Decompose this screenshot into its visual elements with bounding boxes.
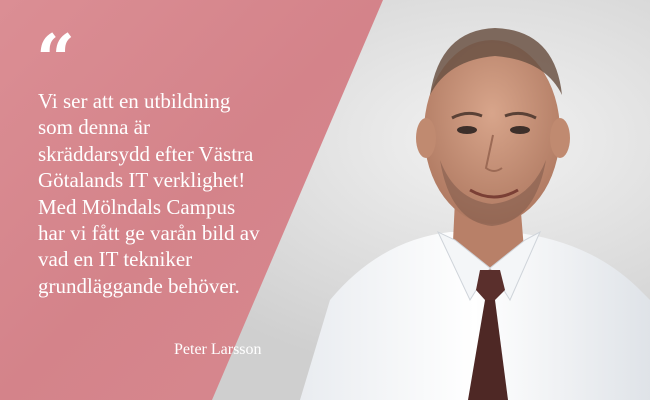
quote-card: “ Vi ser att en utbildning som denna är … — [0, 0, 650, 400]
quote-line: Götalands IT verklighet! — [38, 168, 246, 193]
quote-line: skräddarsydd efter Västra — [38, 141, 254, 166]
quote-author: Peter Larsson — [174, 341, 262, 358]
quote-line: Vi ser att en utbildning — [38, 89, 231, 113]
quote-line: Med Mölndals Campus — [38, 194, 236, 219]
quote-mark-icon: “ — [36, 20, 75, 100]
quote-text: Vi ser att en utbildning som denna är sk… — [38, 88, 338, 299]
quote-line: som denna är — [38, 115, 150, 140]
quote-line: har vi fått ge varån bild av — [38, 221, 260, 246]
quote-line: vad en IT tekniker — [38, 247, 193, 272]
quote-line: grundläggande behöver. — [38, 273, 240, 298]
